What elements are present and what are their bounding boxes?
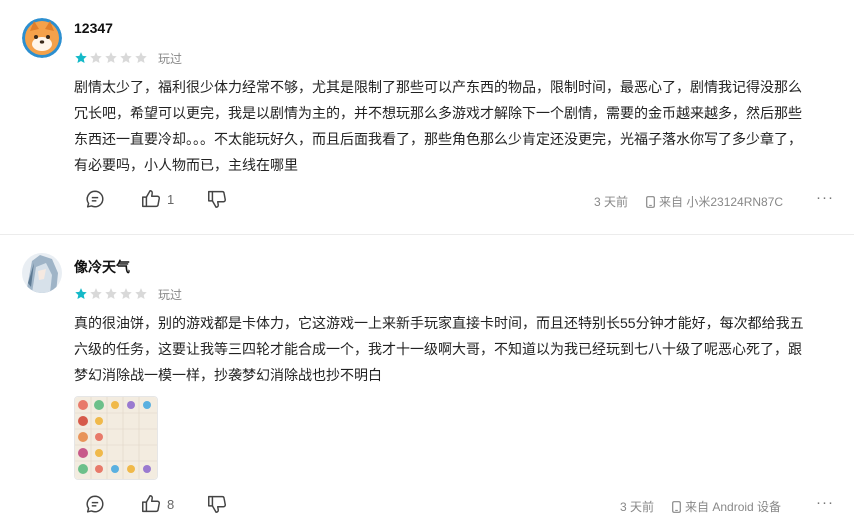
comment-button[interactable] xyxy=(84,493,106,515)
like-count: 1 xyxy=(167,191,175,207)
post-time: 3 天前 xyxy=(594,195,629,209)
like-count: 8 xyxy=(167,496,175,512)
star-filled-icon xyxy=(75,288,87,300)
star-empty-icon xyxy=(90,52,102,64)
review-text: 剧情太少了，福利很少体力经常不够，尤其是限制了那些可以产东西的物品，限制时间，最… xyxy=(74,79,802,173)
device-label: 来自 Android 设备 xyxy=(685,500,782,514)
review-meta: 3 天前 来自 Android 设备 xyxy=(620,498,781,515)
more-icon[interactable]: ··· xyxy=(816,494,834,511)
comment-button[interactable] xyxy=(84,188,106,210)
post-time: 3 天前 xyxy=(620,500,655,514)
review-text: 真的很油饼，别的游戏都是卡体力，它这游戏一上来新手玩家直接卡时间，而且还特别长5… xyxy=(74,315,804,383)
review-card: 12347 玩过 剧情太少了，福利很少体力经常不够，尤其是限制了那些可以产东西的… xyxy=(0,0,854,234)
username[interactable]: 12347 xyxy=(74,20,113,36)
like-button[interactable]: 1 xyxy=(140,188,174,210)
star-empty-icon xyxy=(135,52,147,64)
avatar[interactable] xyxy=(22,18,62,58)
review-actions: 1 3 天前 来自 小米23124RN87C ··· xyxy=(0,188,854,212)
star-empty-icon xyxy=(135,288,147,300)
phone-icon xyxy=(672,500,681,513)
review-meta: 3 天前 来自 小米23124RN87C xyxy=(594,193,783,210)
comment-icon xyxy=(86,190,104,208)
star-empty-icon xyxy=(120,52,132,64)
comment-icon xyxy=(86,495,104,513)
phone-icon xyxy=(646,195,655,208)
play-status: 玩过 xyxy=(158,287,183,302)
star-empty-icon xyxy=(105,52,117,64)
avatar[interactable] xyxy=(22,253,62,293)
rating-row: 玩过 xyxy=(74,50,182,66)
play-status: 玩过 xyxy=(158,51,183,66)
thumbs-up-icon xyxy=(142,495,160,513)
device-info: 来自 Android 设备 xyxy=(672,498,781,515)
star-rating xyxy=(74,51,149,65)
device-info: 来自 小米23124RN87C xyxy=(646,193,783,210)
rating-row: 玩过 xyxy=(74,286,182,302)
device-label: 来自 小米23124RN87C xyxy=(659,195,784,209)
more-icon[interactable]: ··· xyxy=(816,189,834,206)
dislike-button[interactable] xyxy=(206,493,228,515)
star-rating xyxy=(74,287,149,301)
dislike-button[interactable] xyxy=(206,188,228,210)
review-actions: 8 3 天前 来自 Android 设备 ··· xyxy=(0,493,854,517)
thumbs-down-icon xyxy=(208,495,226,513)
username[interactable]: 像冷天气 xyxy=(74,257,130,277)
star-empty-icon xyxy=(105,288,117,300)
star-empty-icon xyxy=(120,288,132,300)
review-card: 像冷天气 玩过 真的很油饼，别的游戏都是卡体力，它这游戏一上来新手玩家直接卡时间… xyxy=(0,235,854,527)
star-filled-icon xyxy=(75,52,87,64)
thumbs-down-icon xyxy=(208,190,226,208)
star-empty-icon xyxy=(90,288,102,300)
thumbs-up-icon xyxy=(142,190,160,208)
like-button[interactable]: 8 xyxy=(140,493,174,515)
review-screenshot[interactable] xyxy=(74,396,158,480)
